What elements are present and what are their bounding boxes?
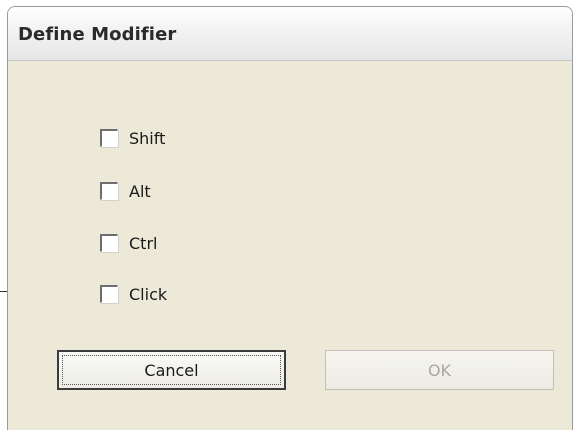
checkbox-label[interactable]: Ctrl	[129, 234, 157, 253]
ok-button[interactable]: OK	[325, 350, 554, 390]
cancel-button-label: Cancel	[144, 360, 199, 380]
screenshot-stage: Define Modifier Shift Alt Ctrl Click Can…	[0, 0, 578, 430]
checkbox-label[interactable]: Alt	[129, 182, 151, 201]
checkbox-label[interactable]: Shift	[129, 129, 165, 148]
dialog-title: Define Modifier	[18, 24, 177, 45]
checkbox-shift[interactable]: Shift	[100, 126, 165, 150]
checkbox-label[interactable]: Click	[129, 285, 167, 304]
checkbox-click[interactable]: Click	[100, 282, 167, 306]
checkbox-box[interactable]	[100, 129, 118, 147]
ok-button-label: OK	[427, 360, 452, 380]
dialog-titlebar[interactable]: Define Modifier	[8, 7, 572, 61]
checkbox-box[interactable]	[100, 285, 118, 303]
checkbox-ctrl[interactable]: Ctrl	[100, 231, 157, 255]
checkbox-box[interactable]	[100, 234, 118, 252]
checkbox-box[interactable]	[100, 182, 118, 200]
cancel-button[interactable]: Cancel	[57, 350, 286, 390]
checkbox-alt[interactable]: Alt	[100, 179, 151, 203]
